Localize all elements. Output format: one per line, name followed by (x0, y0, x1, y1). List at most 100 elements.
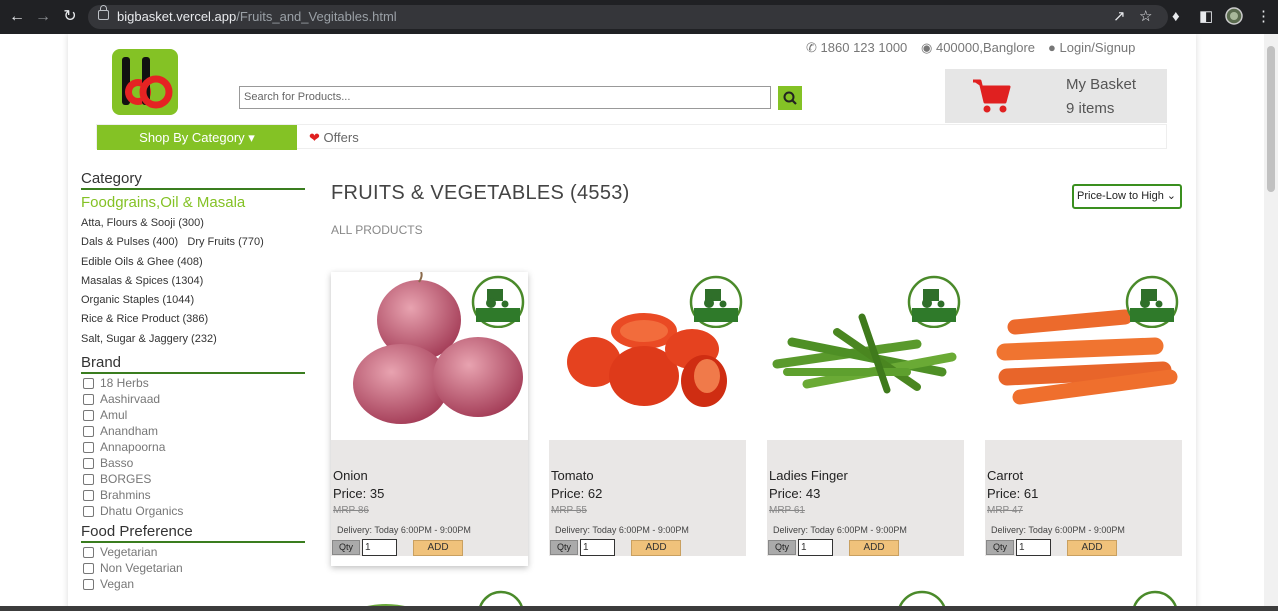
product-name[interactable]: Ladies Finger (769, 468, 848, 483)
brand-label: Annapoorna (100, 440, 166, 455)
product-info: Tomato Price: 62 MRP 55 Delivery: Today … (549, 440, 746, 556)
brand-checkbox[interactable]: Anandham (81, 423, 305, 439)
brand-checkbox[interactable]: 18 Herbs (81, 375, 305, 391)
forward-icon[interactable]: → (33, 7, 53, 27)
qty-label: Qty (768, 540, 796, 555)
product-name[interactable]: Onion (333, 468, 368, 483)
location-info[interactable]: ◉ 400000,Banglore (921, 40, 1035, 56)
product-image-tomato[interactable] (549, 272, 746, 440)
brand-label: Basso (100, 456, 134, 471)
basket-button[interactable]: My Basket 9 items (945, 69, 1167, 123)
category-link[interactable]: Salt, Sugar & Jaggery (232) (81, 330, 305, 349)
product-card[interactable]: Carrot Price: 61 MRP 47 Delivery: Today … (985, 272, 1182, 566)
phone-icon: ✆ (806, 40, 817, 55)
search-input[interactable]: Search for Products... (239, 86, 771, 109)
food-pref-label: Vegan (100, 577, 135, 592)
reload-icon[interactable]: ↻ (60, 7, 80, 27)
farmer-badge-icon (689, 275, 743, 328)
basket-count: 9 items (1066, 100, 1115, 117)
location-text: 400000,Banglore (935, 40, 1035, 55)
category-link[interactable]: Dry Fruits (770) (187, 236, 263, 248)
category-link[interactable]: Edible Oils & Ghee (408) (81, 253, 305, 272)
food-pref-checkbox[interactable]: Vegetarian (81, 544, 305, 560)
sidebar: Category Foodgrains,Oil & Masala Atta, F… (81, 170, 305, 592)
extensions-icon[interactable]: ♦ (1172, 7, 1180, 27)
sidebar-icon[interactable]: ◧ (1199, 7, 1213, 27)
brand-label: Amul (100, 408, 128, 423)
login-link[interactable]: ● Login/Signup (1048, 40, 1135, 55)
category-link[interactable]: Organic Staples (1044) (81, 291, 305, 310)
qty-label: Qty (550, 540, 578, 555)
farmer-badge-icon (471, 275, 525, 328)
delivery-text: Delivery: Today 6:00PM - 9:00PM (555, 525, 689, 535)
product-info: Ladies Finger Price: 43 MRP 61 Delivery:… (767, 440, 964, 556)
brand-checkbox[interactable]: Aashirvaad (81, 391, 305, 407)
window-bottom-edge (0, 606, 1278, 611)
brand-checkbox[interactable]: BORGES (81, 471, 305, 487)
product-image-carrot[interactable] (985, 272, 1182, 440)
shop-by-category-button[interactable]: Shop By Category ▾ (97, 125, 297, 150)
product-card[interactable]: Tomato Price: 62 MRP 55 Delivery: Today … (549, 272, 746, 566)
product-image-ladies-finger[interactable] (767, 272, 964, 440)
add-button[interactable]: ADD (631, 540, 681, 556)
user-icon: ● (1048, 40, 1056, 55)
back-icon[interactable]: ← (7, 7, 27, 27)
add-button[interactable]: ADD (1067, 540, 1117, 556)
offers-link[interactable]: ❤ Offers (309, 125, 359, 150)
qty-input[interactable]: 1 (362, 539, 397, 556)
food-pref-checkbox[interactable]: Vegan (81, 576, 305, 592)
product-info: Carrot Price: 61 MRP 47 Delivery: Today … (985, 440, 1182, 556)
qty-input[interactable]: 1 (798, 539, 833, 556)
cart-icon (973, 79, 1011, 113)
brand-checkbox[interactable]: Brahmins (81, 487, 305, 503)
page-scrollbar[interactable] (1264, 34, 1278, 611)
category-link[interactable]: Atta, Flours & Sooji (300) (81, 214, 305, 233)
address-bar[interactable]: bigbasket.vercel.app/Fruits_and_Vegitabl… (88, 5, 1168, 29)
category-link[interactable]: Dals & Pulses (400) (81, 236, 178, 248)
qty-input[interactable]: 1 (580, 539, 615, 556)
food-preference-heading: Food Preference (81, 523, 305, 544)
category-group-link[interactable]: Foodgrains,Oil & Masala (81, 194, 305, 211)
search-button[interactable] (778, 86, 802, 110)
product-image-onion[interactable] (331, 271, 528, 440)
brand-label: Dhatu Organics (100, 504, 184, 519)
chevron-down-icon: ⌄ (1166, 190, 1176, 202)
add-button[interactable]: ADD (413, 540, 463, 556)
category-heading: Category (81, 170, 305, 190)
phone-info: ✆ 1860 123 1000 (806, 40, 907, 56)
food-pref-checkbox[interactable]: Non Vegetarian (81, 560, 305, 576)
category-link[interactable]: Masalas & Spices (1304) (81, 272, 305, 291)
profile-icon[interactable] (1225, 7, 1243, 31)
product-card[interactable]: Onion Price: 35 MRP 86 Delivery: Today 6… (331, 271, 528, 566)
add-button[interactable]: ADD (849, 540, 899, 556)
brand-checkbox[interactable]: Basso (81, 455, 305, 471)
tag-icon: ❤ (309, 130, 320, 145)
brand-checkbox[interactable]: Dhatu Organics (81, 503, 305, 519)
scrollbar-thumb[interactable] (1267, 46, 1275, 192)
login-text: Login/Signup (1059, 40, 1136, 55)
category-link[interactable]: Rice & Rice Product (386) (81, 310, 305, 329)
product-mrp: MRP 55 (551, 505, 587, 516)
product-name[interactable]: Carrot (987, 468, 1023, 483)
share-icon[interactable]: ↗ (1113, 7, 1126, 27)
lock-icon (98, 5, 109, 20)
location-icon: ◉ (921, 40, 933, 55)
page-title: FRUITS & VEGETABLES (4553) (331, 182, 630, 204)
page-viewport: ✆ 1860 123 1000 ◉ 400000,Banglore ● Logi… (0, 34, 1264, 611)
food-pref-label: Vegetarian (100, 545, 158, 560)
brand-checkbox[interactable]: Annapoorna (81, 439, 305, 455)
bigbasket-logo[interactable] (112, 49, 178, 115)
star-icon[interactable]: ☆ (1139, 7, 1152, 27)
qty-label: Qty (332, 540, 360, 555)
menu-icon[interactable]: ⋮ (1256, 7, 1271, 27)
qty-input[interactable]: 1 (1016, 539, 1051, 556)
product-mrp: MRP 47 (987, 505, 1023, 516)
product-name[interactable]: Tomato (551, 468, 594, 483)
food-pref-label: Non Vegetarian (100, 561, 183, 576)
browser-toolbar: ← → ↻ bigbasket.vercel.app/Fruits_and_Ve… (0, 0, 1278, 34)
product-card[interactable]: Ladies Finger Price: 43 MRP 61 Delivery:… (767, 272, 964, 566)
brand-label: 18 Herbs (100, 376, 149, 391)
brand-checkbox[interactable]: Amul (81, 407, 305, 423)
offers-label: Offers (323, 130, 359, 145)
sort-select[interactable]: Price-Low to High ⌄ (1072, 184, 1182, 209)
